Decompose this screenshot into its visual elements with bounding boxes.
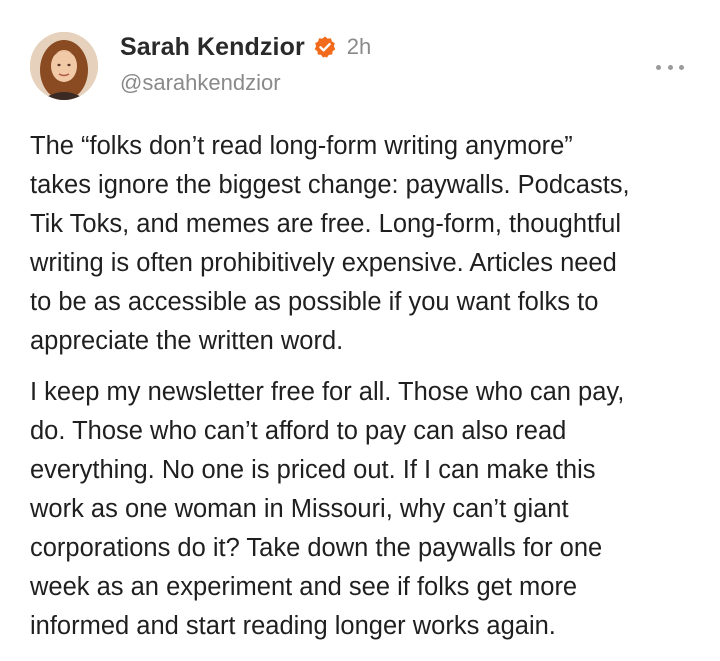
- post-paragraph-2: I keep my newsletter free for all. Those…: [30, 378, 625, 640]
- more-options-icon[interactable]: [656, 60, 684, 74]
- dot: [667, 64, 673, 70]
- post-timestamp[interactable]: 2h: [347, 34, 371, 60]
- dot: [656, 64, 661, 70]
- author-name[interactable]: Sarah Kendzior: [120, 33, 305, 62]
- verified-badge-icon: [313, 35, 337, 59]
- post-card: Sarah Kendzior 2h @sarahkendzior The “fo…: [0, 0, 720, 661]
- profile-photo: [30, 32, 98, 100]
- post-body: The “folks don’t read long-form writing …: [30, 127, 695, 658]
- avatar[interactable]: [30, 32, 98, 100]
- post-paragraph-1: The “folks don’t read long-form writing …: [30, 132, 630, 355]
- dot: [679, 64, 684, 70]
- name-row: Sarah Kendzior 2h: [120, 30, 371, 64]
- post-header: Sarah Kendzior 2h @sarahkendzior: [120, 30, 371, 96]
- author-handle[interactable]: @sarahkendzior: [120, 70, 371, 96]
